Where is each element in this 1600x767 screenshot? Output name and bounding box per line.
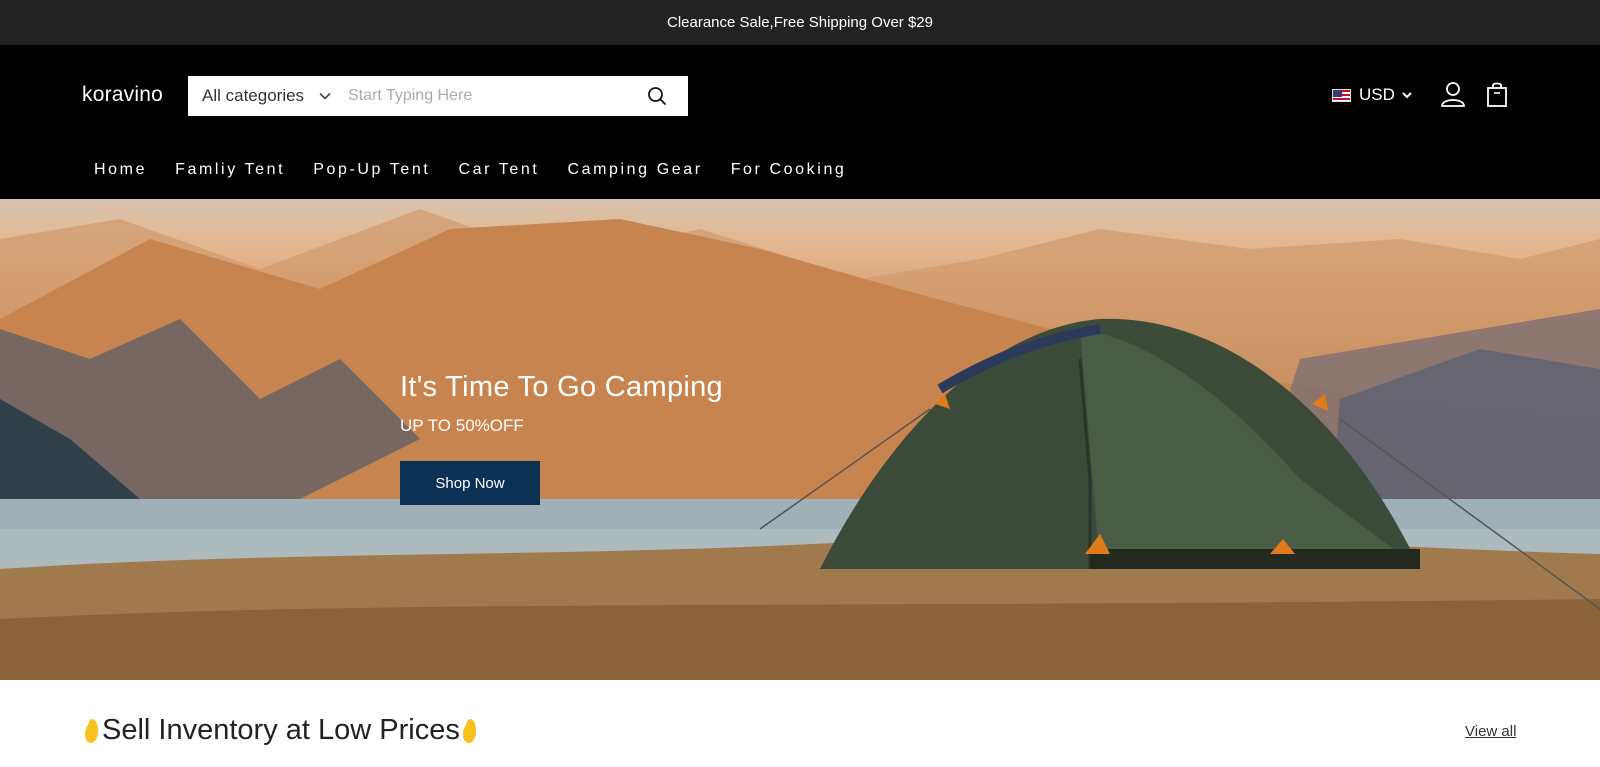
chevron-down-icon (319, 92, 331, 100)
section-title: Sell Inventory at Low Prices (82, 714, 480, 747)
nav-item-home[interactable]: Home (94, 161, 147, 179)
nav-item-pop-up-tent[interactable]: Pop-Up Tent (313, 161, 430, 179)
search-input[interactable] (348, 76, 638, 116)
nav-item-car-tent[interactable]: Car Tent (458, 161, 539, 179)
hand-emoji-icon (462, 718, 476, 743)
logo[interactable]: koravino (82, 83, 163, 107)
nav-item-for-cooking[interactable]: For Cooking (731, 161, 847, 179)
announcement-text: Clearance Sale,Free Shipping Over $29 (667, 14, 933, 31)
nav-item-family-tent[interactable]: Famliy Tent (175, 161, 285, 179)
nav-item-camping-gear[interactable]: Camping Gear (567, 161, 702, 179)
hand-emoji-icon (85, 718, 98, 743)
shop-now-button[interactable]: Shop Now (400, 461, 540, 505)
category-select[interactable]: All categories (188, 76, 348, 116)
shopping-bag-icon[interactable] (1486, 81, 1508, 107)
search-button[interactable] (646, 85, 668, 107)
currency-label: USD (1359, 85, 1395, 104)
main-nav: Home Famliy Tent Pop-Up Tent Car Tent Ca… (94, 161, 874, 179)
hero-title: It's Time To Go Camping (400, 371, 723, 403)
view-all-link[interactable]: View all (1465, 723, 1516, 740)
hero-banner: It's Time To Go Camping UP TO 50%OFF Sho… (0, 199, 1600, 680)
user-icon[interactable] (1440, 81, 1466, 107)
category-select-value: All categories (202, 86, 305, 105)
site-header: koravino All categories USD Home Famliy … (0, 45, 1600, 199)
us-flag-icon (1332, 88, 1351, 102)
currency-selector[interactable]: USD (1332, 85, 1413, 105)
announcement-bar: Clearance Sale,Free Shipping Over $29 (0, 0, 1600, 45)
hero-subtitle: UP TO 50%OFF (400, 416, 524, 435)
search-icon (648, 87, 667, 106)
section-title-text: Sell Inventory at Low Prices (102, 714, 460, 746)
chevron-down-icon (1402, 92, 1412, 99)
search-bar: All categories (188, 76, 688, 116)
hero-image (0, 209, 1600, 680)
